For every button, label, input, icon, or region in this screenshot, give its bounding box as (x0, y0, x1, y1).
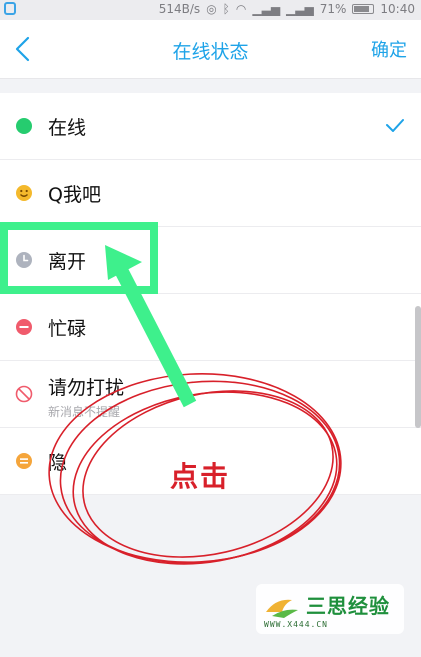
watermark-url: WWW.X444.CN (264, 620, 328, 629)
app-notification-icon (4, 2, 16, 15)
no-entry-icon (15, 385, 33, 403)
minus-icon (16, 319, 32, 335)
wifi-icon: ◠ (235, 2, 247, 16)
chevron-left-icon (15, 36, 30, 62)
check-icon (386, 119, 404, 132)
status-item-do-not-disturb[interactable]: 请勿打扰 新消息不提醒 (0, 361, 421, 428)
list-icon (16, 453, 32, 469)
network-speed: 514B/s (158, 2, 201, 16)
nav-bar: 在线状态 确定 (0, 20, 421, 79)
green-dot-icon (16, 118, 32, 134)
alarm-icon: ◎ (206, 2, 217, 16)
watermark: 三思经验 WWW.X444.CN (256, 584, 404, 634)
status-label: 隐 (48, 452, 68, 474)
status-label: 请勿打扰 (48, 377, 125, 399)
scrollbar-thumb[interactable] (415, 306, 421, 428)
status-label: Q我吧 (48, 184, 101, 206)
smiley-icon (16, 185, 32, 201)
battery-icon (352, 4, 375, 14)
annotation-click-text: 点击 (170, 460, 231, 493)
watermark-logo-icon (266, 599, 298, 618)
signal-icon-2: ▁▃▅ (286, 2, 314, 16)
status-sublabel: 新消息不提醒 (48, 405, 121, 419)
signal-icon: ▁▃▅ (252, 2, 281, 16)
status-list: 在线 Q我吧 离开 忙碌 请勿打扰 新消息不提醒 隐 (0, 93, 421, 495)
status-label: 忙碌 (48, 318, 87, 340)
status-item-q-me[interactable]: Q我吧 (0, 160, 421, 227)
clock-icon (16, 252, 32, 268)
page-title: 在线状态 (172, 41, 249, 63)
battery-percent: 71% (319, 2, 347, 16)
status-item-away[interactable]: 离开 (0, 227, 421, 294)
clock-time: 10:40 (380, 2, 415, 16)
status-label: 离开 (48, 251, 87, 273)
status-bar: 514B/s ◎ ᛒ ◠ ▁▃▅ ▁▃▅ 71% 10:40 (0, 0, 421, 20)
status-item-busy[interactable]: 忙碌 (0, 294, 421, 361)
bluetooth-icon: ᛒ (222, 2, 230, 16)
status-label: 在线 (48, 117, 87, 139)
confirm-button[interactable]: 确定 (371, 36, 407, 62)
watermark-name: 三思经验 (306, 594, 390, 618)
back-button[interactable] (10, 32, 40, 66)
status-item-online[interactable]: 在线 (0, 93, 421, 160)
